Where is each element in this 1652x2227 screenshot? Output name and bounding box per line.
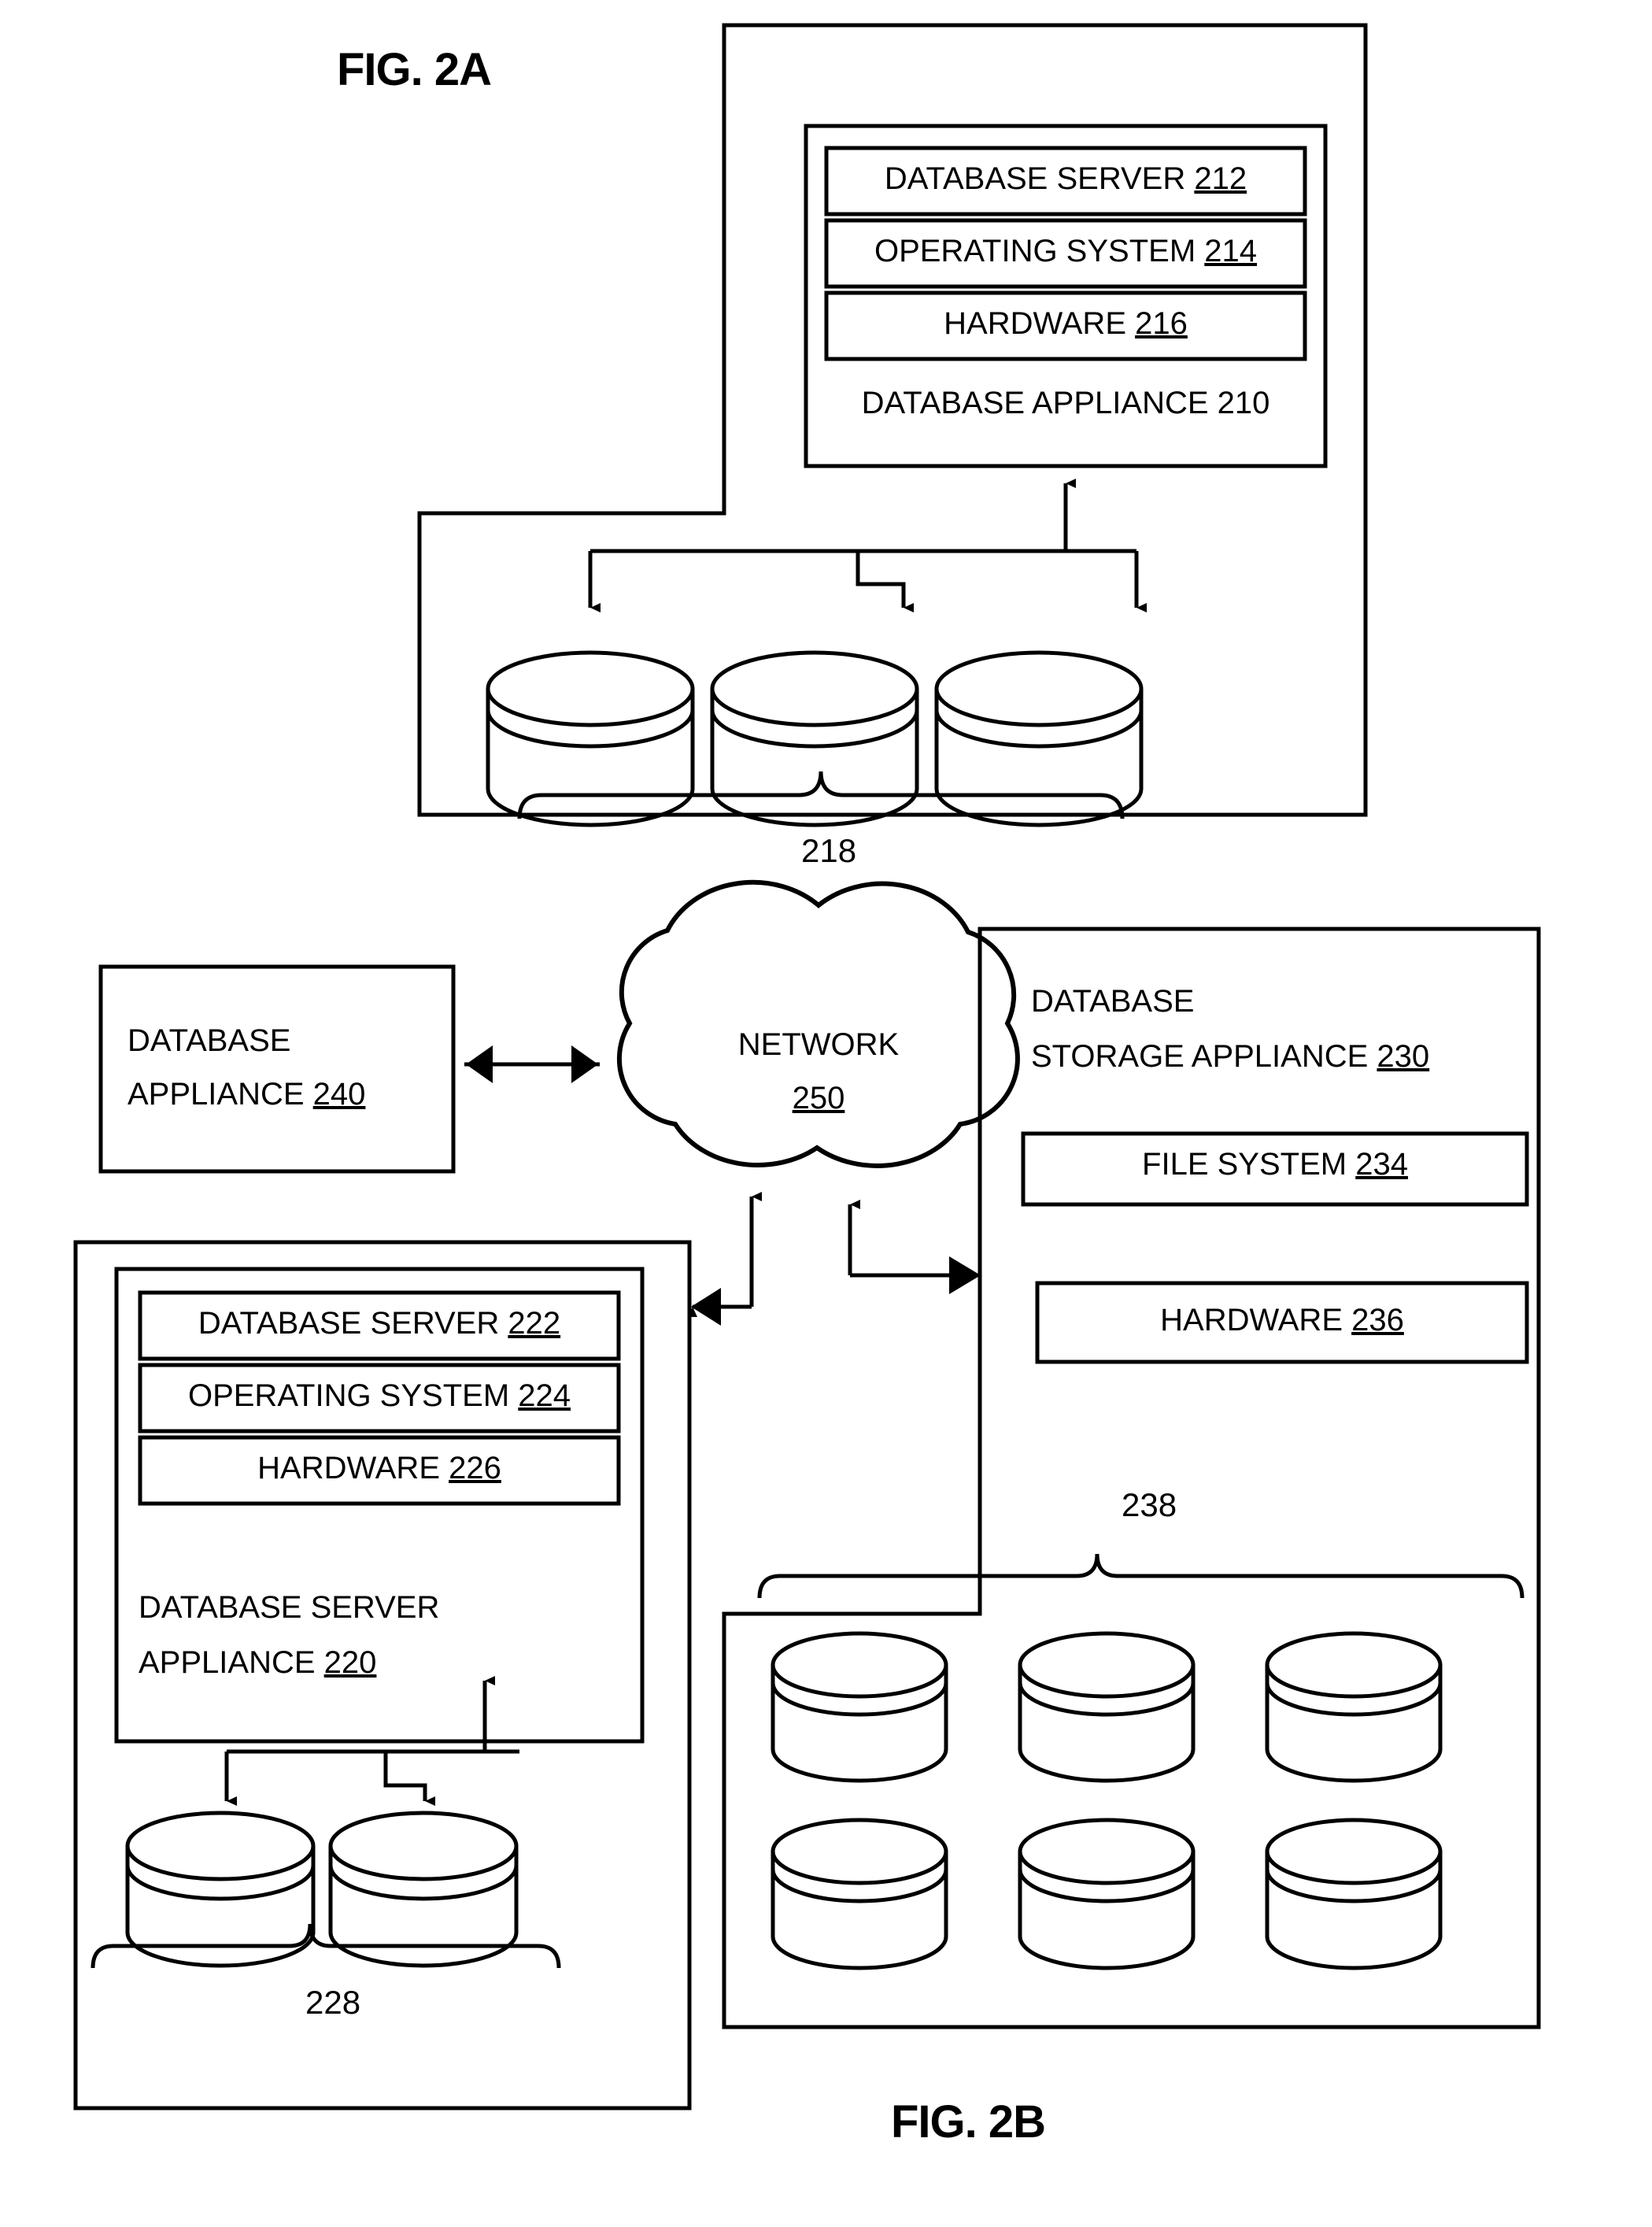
disk-cylinder xyxy=(771,1631,948,1783)
server-appliance-220-line2: APPLIANCE 220 xyxy=(139,1645,377,1680)
brace-218 xyxy=(517,771,1125,819)
operating-system-214-label: OPERATING SYSTEM 214 xyxy=(874,234,1258,268)
brace-238 xyxy=(757,1553,1524,1599)
disk-group-238-label: 238 xyxy=(1122,1486,1177,1523)
disk-cylinder xyxy=(1265,1631,1443,1783)
fig2b-server-disk-connectors xyxy=(224,1676,519,1806)
brace-228 xyxy=(91,1923,561,1969)
database-appliance-240-line1: DATABASE xyxy=(128,1023,291,1058)
hardware-216-label: HARDWARE 216 xyxy=(944,306,1188,341)
fig2b-server-disk-cylinders xyxy=(125,1811,519,1968)
disk-cylinder xyxy=(934,650,1144,827)
network-250-name: NETWORK xyxy=(737,1027,900,1062)
storage-appliance-network-link xyxy=(848,1200,981,1294)
network-250-ref: 250 xyxy=(792,1081,845,1115)
fig-2b-label: FIG. 2B xyxy=(891,2096,1046,2147)
server-appliance-network-link xyxy=(688,1192,762,1326)
operating-system-224-label: OPERATING SYSTEM 224 xyxy=(187,1378,571,1413)
appliance-240-network-link xyxy=(464,1045,600,1083)
fig-2a-label: FIG. 2A xyxy=(337,44,492,95)
database-appliance-240-line2: APPLIANCE 240 xyxy=(128,1077,366,1112)
file-system-234-label: FILE SYSTEM 234 xyxy=(1142,1147,1408,1182)
database-appliance-240-box xyxy=(98,964,456,1174)
fig2a-disk-cylinders xyxy=(486,650,1144,827)
disk-cylinder xyxy=(125,1811,316,1968)
database-appliance-210-label: DATABASE APPLIANCE 210 xyxy=(861,386,1270,420)
database-server-222-label: DATABASE SERVER 222 xyxy=(198,1306,561,1341)
server-appliance-220-line1: DATABASE SERVER xyxy=(139,1590,440,1625)
network-cloud-shape xyxy=(616,879,1020,1168)
storage-appliance-230-line2: STORAGE APPLIANCE 230 xyxy=(1031,1039,1430,1074)
disk-cylinder xyxy=(1018,1818,1196,1970)
fig2a-disk-connectors xyxy=(588,479,1147,612)
disk-cylinder xyxy=(1265,1818,1443,1970)
disk-group-228-label: 228 xyxy=(305,1984,361,2021)
patent-figure-sheet: FIG. 2A DATABASE SERVER 212 OPERATING SY… xyxy=(0,0,1652,2227)
database-server-212-label: DATABASE SERVER 212 xyxy=(884,161,1247,196)
disk-cylinder xyxy=(486,650,695,827)
disk-cylinder xyxy=(328,1811,519,1968)
hardware-226-label: HARDWARE 226 xyxy=(257,1451,501,1485)
fig2b-storage-disk-cylinders xyxy=(771,1631,1443,1970)
hardware-236-label: HARDWARE 236 xyxy=(1160,1303,1404,1337)
storage-appliance-230-line1: DATABASE xyxy=(1031,984,1195,1019)
disk-cylinder xyxy=(710,650,919,827)
disk-cylinder xyxy=(771,1818,948,1970)
disk-group-218-label: 218 xyxy=(801,832,857,869)
disk-cylinder xyxy=(1018,1631,1196,1783)
